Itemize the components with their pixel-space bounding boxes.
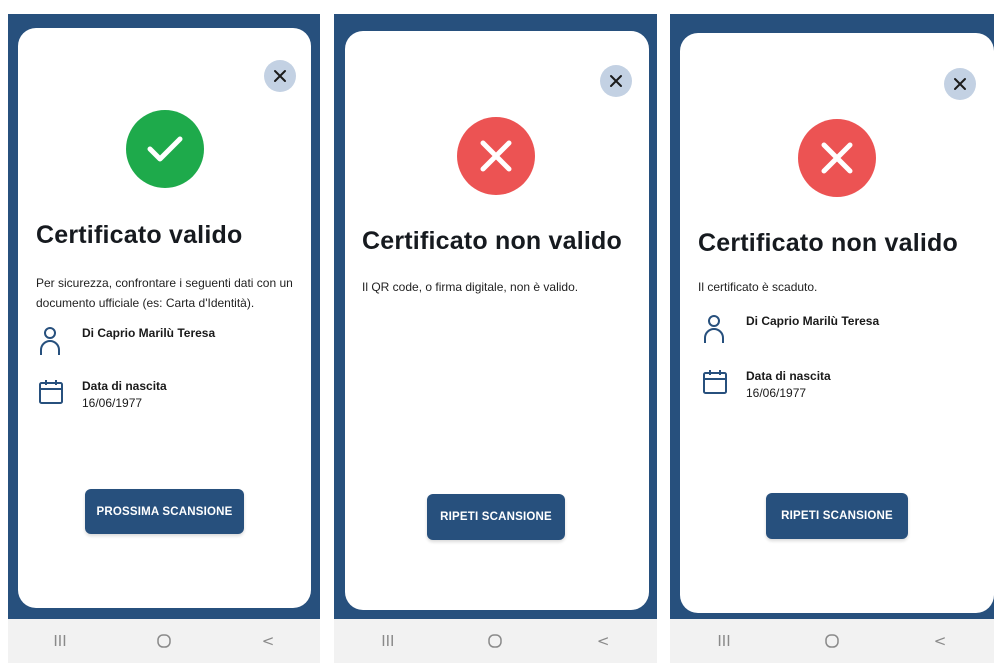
person-icon [704,315,724,343]
retry-scan-button[interactable]: RIPETI SCANSIONE [427,494,565,540]
back-button[interactable]: < [910,632,970,650]
recents-button[interactable]: III [358,632,418,650]
result-card: Certificato valido Per sicurezza, confro… [18,28,311,608]
home-circle-icon [488,634,503,648]
birth-date-value: 16/06/1977 [82,396,143,410]
android-nav-bar: III < [334,619,657,663]
cross-icon [480,140,512,172]
holder-name: Di Caprio Marilù Teresa [82,326,216,340]
close-icon [610,75,622,87]
result-title: Certificato non valido [362,227,622,255]
close-button[interactable] [264,60,296,92]
home-button[interactable] [802,633,862,649]
recents-button[interactable]: III [694,632,754,650]
android-nav-bar: III < [8,619,320,663]
close-icon [274,70,286,82]
person-icon [40,327,60,355]
holder-name-row: Di Caprio Marilù Teresa [38,326,215,361]
back-button[interactable]: < [573,632,633,650]
birth-date-value: 16/06/1977 [746,386,807,400]
birth-date-label: Data di nascita [82,379,167,393]
status-error-badge [798,119,876,197]
home-button[interactable] [134,633,194,649]
result-description: Il QR code, o firma digitale, non è vali… [362,280,579,294]
checkmark-icon [147,136,183,162]
birth-date-label: Data di nascita [746,369,831,383]
status-success-badge [126,110,204,188]
home-button[interactable] [465,633,525,649]
home-circle-icon [157,634,171,648]
back-button[interactable]: < [238,632,298,650]
recents-button[interactable]: III [30,632,90,650]
screen-valid: Certificato valido Per sicurezza, confro… [8,14,320,663]
birth-date-row: Data di nascita 16/06/1977 [38,379,167,410]
cross-icon [821,142,853,174]
screen-expired: Certificato non valido Il certificato è … [670,14,994,663]
screen-invalid: Certificato non valido Il QR code, o fir… [334,14,657,663]
birth-date-row: Data di nascita 16/06/1977 [702,369,831,400]
calendar-icon [703,370,727,394]
close-button[interactable] [600,65,632,97]
result-card: Certificato non valido Il certificato è … [680,33,994,613]
result-description: Per sicurezza, confrontare i seguenti da… [36,276,293,310]
close-icon [954,78,966,90]
holder-name-row: Di Caprio Marilù Teresa [702,314,879,349]
holder-name: Di Caprio Marilù Teresa [746,314,880,328]
calendar-icon [39,380,63,404]
result-title: Certificato valido [36,221,243,249]
retry-scan-button[interactable]: RIPETI SCANSIONE [766,493,908,539]
status-error-badge [457,117,535,195]
android-nav-bar: III < [670,619,994,663]
close-button[interactable] [944,68,976,100]
result-description: Il certificato è scaduto. [698,280,818,294]
next-scan-button[interactable]: PROSSIMA SCANSIONE [85,489,244,534]
result-title: Certificato non valido [698,229,958,257]
result-card: Certificato non valido Il QR code, o fir… [345,31,649,610]
home-circle-icon [825,634,839,648]
